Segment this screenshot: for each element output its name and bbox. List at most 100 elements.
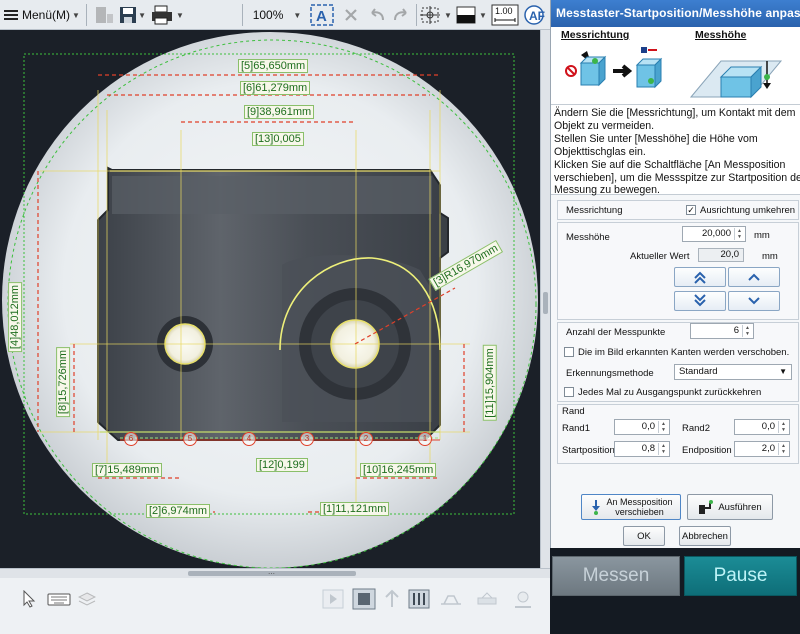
align-icon[interactable]: [380, 586, 404, 612]
menu-label: Menü(M): [22, 8, 71, 22]
instruction-line: Objekttischglas ein.: [554, 145, 646, 158]
dim-label-10[interactable]: [10]16,245mm: [360, 463, 437, 477]
dim-label-4[interactable]: [4]48,012mm: [8, 281, 23, 353]
measure-point-marker[interactable]: 1: [418, 432, 432, 446]
print-icon[interactable]: ▼: [150, 3, 184, 27]
points-label: Anzahl der Messpunkte: [566, 327, 666, 338]
instruction-line: Ändern Sie die [Messrichtung], um Kontak…: [554, 107, 796, 119]
height-unit: mm: [754, 230, 770, 241]
height-up-button[interactable]: [728, 267, 780, 287]
pause-button[interactable]: Pause: [684, 556, 797, 596]
chevron-up-icon: [748, 273, 760, 281]
current-value-unit: mm: [762, 251, 778, 262]
spin-arrows-icon[interactable]: ▲ ▼: [778, 443, 788, 455]
cancel-button[interactable]: Abbrechen: [679, 526, 731, 546]
keyboard-icon[interactable]: [44, 586, 76, 612]
end-position-input[interactable]: 2,0 ▲ ▼: [734, 441, 790, 457]
current-value-field: 20,0: [698, 248, 744, 262]
height-input[interactable]: 20,000 ▲ ▼: [682, 226, 746, 242]
execute-label: Ausführen: [718, 501, 762, 513]
points-value: 6: [733, 325, 739, 336]
rand1-value: 0,0: [641, 421, 655, 432]
panel-title: Messtaster-Startposition/Messhöhe anpass…: [551, 0, 800, 27]
auto-fit-icon[interactable]: A: [308, 3, 336, 27]
profile-icon[interactable]: [438, 586, 464, 612]
dim-label-13[interactable]: [13]0,005: [252, 132, 304, 146]
auto-focus-icon[interactable]: AF: [522, 3, 546, 27]
measurement-image-view[interactable]: [5]65,650mm [6]61,279mm [9]38,961mm [13]…: [0, 30, 540, 568]
ratio-value: 1.00: [495, 6, 513, 16]
cancel-label: Abbrechen: [682, 530, 728, 542]
spin-arrows-icon[interactable]: ▲ ▼: [742, 325, 752, 337]
save-icon[interactable]: ▼: [118, 3, 146, 27]
dim-label-5[interactable]: [5]65,650mm: [238, 59, 309, 73]
crosshair-select-icon[interactable]: ▼: [420, 3, 452, 27]
stage-icon[interactable]: [474, 586, 500, 612]
height-down-fast-button[interactable]: [674, 291, 726, 311]
undo-icon[interactable]: [366, 3, 388, 27]
light-icon[interactable]: [510, 586, 536, 612]
return-origin-checkbox[interactable]: [564, 387, 574, 397]
dim-label-8[interactable]: [8]15,726mm: [56, 346, 71, 418]
rand1-input[interactable]: 0,0 ▲ ▼: [614, 419, 670, 435]
start-position-input[interactable]: 0,8 ▲ ▼: [614, 441, 670, 457]
dim-label-7[interactable]: [7]15,489mm: [92, 463, 163, 477]
svg-text:A: A: [316, 8, 327, 25]
measure-point-marker[interactable]: 2: [359, 432, 373, 446]
rand2-input[interactable]: 0,0 ▲ ▼: [734, 419, 790, 435]
dim-label-12[interactable]: [12]0,199: [256, 458, 308, 472]
distribute-icon[interactable]: [406, 586, 432, 612]
play-icon[interactable]: [320, 586, 346, 612]
move-to-position-button[interactable]: An Messposition verschieben: [581, 494, 681, 520]
shift-edges-checkbox[interactable]: [564, 347, 574, 357]
measure-button[interactable]: Messen: [552, 556, 680, 596]
redo-icon[interactable]: [390, 3, 412, 27]
pause-label: Pause: [713, 565, 768, 586]
spin-arrows-icon[interactable]: ▲ ▼: [658, 443, 668, 455]
double-chevron-down-icon: [694, 294, 706, 307]
dim-label-3[interactable]: [3]R16,970mm: [428, 239, 504, 292]
height-down-button[interactable]: [728, 291, 780, 311]
instruction-line: Stellen Sie unter [Messhöhe] die Höhe vo…: [554, 132, 758, 145]
height-up-fast-button[interactable]: [674, 267, 726, 287]
zoom-select[interactable]: 100% ▼: [252, 3, 302, 27]
spin-arrows-icon[interactable]: ▲ ▼: [658, 421, 668, 433]
reverse-direction-checkbox[interactable]: ✓: [686, 205, 696, 215]
measure-point-marker[interactable]: 5: [183, 432, 197, 446]
start-position-value: 0,8: [641, 443, 655, 454]
points-input[interactable]: 6 ▲ ▼: [690, 323, 754, 339]
margin-title: Rand: [562, 406, 585, 417]
probe-illustration-icon: [565, 47, 783, 99]
execute-button[interactable]: Ausführen: [687, 494, 773, 520]
detection-method-select[interactable]: Standard ▼: [674, 364, 792, 380]
layers-icon[interactable]: [76, 586, 98, 612]
hamburger-menu-icon[interactable]: [2, 3, 20, 27]
image-memory-icon[interactable]: [92, 3, 116, 27]
horizontal-scrollbar[interactable]: ⋯: [0, 568, 550, 578]
spin-arrows-icon[interactable]: ▲ ▼: [734, 228, 744, 240]
current-value-label: Aktueller Wert: [630, 251, 690, 262]
dim-label-2[interactable]: [2]6,974mm: [146, 504, 211, 518]
scroll-thumb[interactable]: [543, 292, 548, 314]
measure-point-marker[interactable]: 6: [124, 432, 138, 446]
pointer-icon[interactable]: [16, 586, 42, 612]
height-label: Messhöhe: [566, 232, 610, 243]
dim-label-11[interactable]: [11]15,904mm: [482, 345, 497, 421]
stop-icon[interactable]: [350, 586, 378, 612]
ratio-icon[interactable]: 1.00: [490, 3, 520, 27]
contrast-icon[interactable]: ▼: [454, 3, 488, 27]
double-chevron-up-icon: [694, 271, 706, 284]
ok-button[interactable]: OK: [623, 526, 665, 546]
spin-arrows-icon[interactable]: ▲ ▼: [778, 421, 788, 433]
dim-label-1[interactable]: [1]11,121mm: [320, 502, 390, 516]
dim-label-6[interactable]: [6]61,279mm: [240, 81, 311, 95]
measure-point-marker[interactable]: 3: [300, 432, 314, 446]
vertical-scrollbar[interactable]: [540, 30, 550, 568]
end-position-value: 2,0: [761, 443, 775, 454]
measure-label: Messen: [582, 565, 650, 586]
dim-label-9[interactable]: [9]38,961mm: [244, 105, 315, 119]
measure-point-marker[interactable]: 4: [242, 432, 256, 446]
delete-icon[interactable]: [340, 3, 362, 27]
height-group: Messhöhe 20,000 ▲ ▼ mm Aktueller Wert 20,0…: [557, 222, 799, 320]
menu-button[interactable]: Menü(M) ▼: [22, 3, 80, 27]
